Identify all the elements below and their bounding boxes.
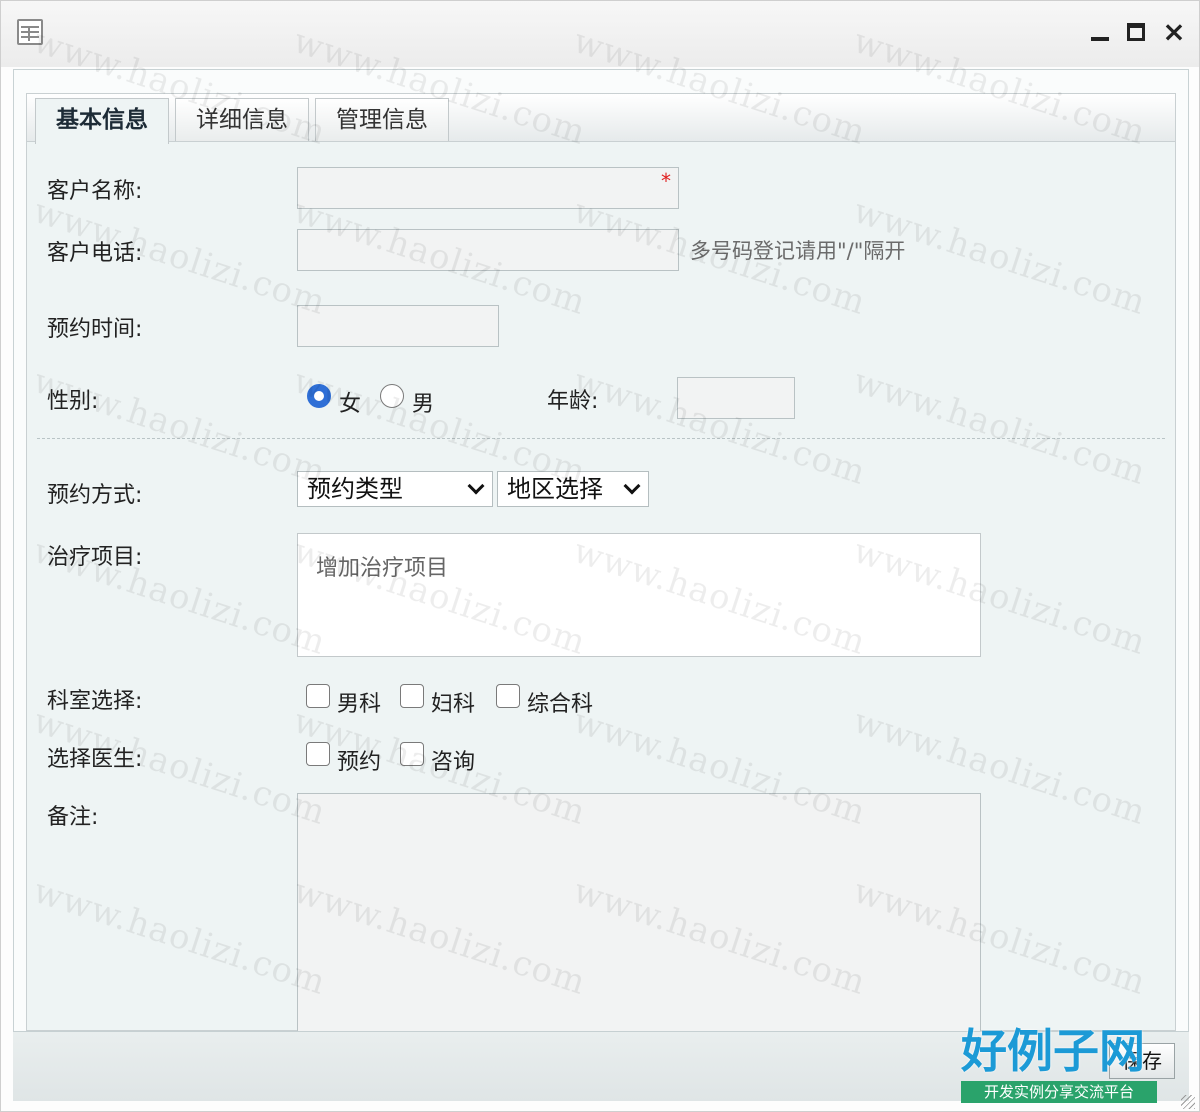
- minimize-icon[interactable]: [1087, 19, 1113, 45]
- department-gynecology-checkbox[interactable]: [400, 684, 424, 708]
- tab-management-info[interactable]: 管理信息: [315, 98, 449, 142]
- gender-female-label: 女: [339, 392, 362, 417]
- doctor-appointment-label: 预约: [337, 750, 382, 775]
- department-label: 科室选择:: [47, 689, 143, 714]
- phone-hint: 多号码登记请用"/"隔开: [690, 239, 906, 263]
- department-gynecology-label: 妇科: [431, 692, 476, 717]
- resize-grip-icon[interactable]: [1181, 1095, 1195, 1109]
- logo-sub-text: 开发实例分享交流平台: [961, 1081, 1157, 1103]
- region-select[interactable]: 地区选择: [497, 471, 649, 507]
- doctor-label: 选择医生:: [47, 747, 143, 772]
- department-general-label: 综合科: [527, 692, 594, 717]
- appointment-type-select[interactable]: 预约类型: [297, 471, 493, 507]
- tab-basic-info[interactable]: 基本信息: [35, 98, 169, 144]
- customer-phone-label: 客户电话:: [47, 241, 143, 266]
- form-window-icon: [17, 19, 43, 45]
- customer-phone-input[interactable]: [297, 229, 679, 271]
- department-general-checkbox[interactable]: [496, 684, 520, 708]
- doctor-consult-checkbox[interactable]: [400, 742, 424, 766]
- gender-female-radio[interactable]: [307, 384, 331, 408]
- chevron-down-icon: [623, 477, 641, 495]
- logo-main-text: 好例子网: [961, 1024, 1145, 1078]
- remark-label: 备注:: [47, 805, 99, 830]
- site-logo: 好例子网 开发实例分享交流平台: [961, 1025, 1161, 1105]
- gender-male-radio[interactable]: [380, 384, 404, 408]
- doctor-appointment-checkbox[interactable]: [306, 742, 330, 766]
- treatment-label: 治疗项目:: [47, 545, 143, 570]
- gender-male-label: 男: [412, 392, 435, 417]
- required-star: *: [661, 169, 671, 193]
- remark-textarea[interactable]: [297, 793, 981, 1033]
- close-icon[interactable]: ×: [1161, 18, 1187, 46]
- gender-label: 性别:: [47, 389, 99, 414]
- appointment-method-label: 预约方式:: [47, 483, 143, 508]
- section-divider: [37, 438, 1165, 439]
- tab-detail-info[interactable]: 详细信息: [175, 98, 309, 142]
- treatment-textarea[interactable]: 增加治疗项目: [297, 533, 981, 657]
- dialog-window: × 基本信息 详细信息 管理信息 客户名称: * 客户电话: 多号码登记请用"/…: [0, 0, 1200, 1112]
- title-bar[interactable]: ×: [1, 1, 1199, 67]
- chevron-down-icon: [467, 477, 485, 495]
- appointment-time-label: 预约时间:: [47, 317, 143, 342]
- appointment-type-value: 预约类型: [307, 475, 403, 503]
- appointment-time-input[interactable]: [297, 305, 499, 347]
- region-value: 地区选择: [507, 475, 603, 503]
- department-andrology-label: 男科: [337, 692, 382, 717]
- customer-name-label: 客户名称:: [47, 179, 143, 204]
- doctor-consult-label: 咨询: [431, 750, 476, 775]
- maximize-icon[interactable]: [1123, 19, 1149, 45]
- customer-name-input[interactable]: [297, 167, 679, 209]
- department-andrology-checkbox[interactable]: [306, 684, 330, 708]
- age-input[interactable]: [677, 377, 795, 419]
- age-label: 年龄:: [547, 389, 599, 414]
